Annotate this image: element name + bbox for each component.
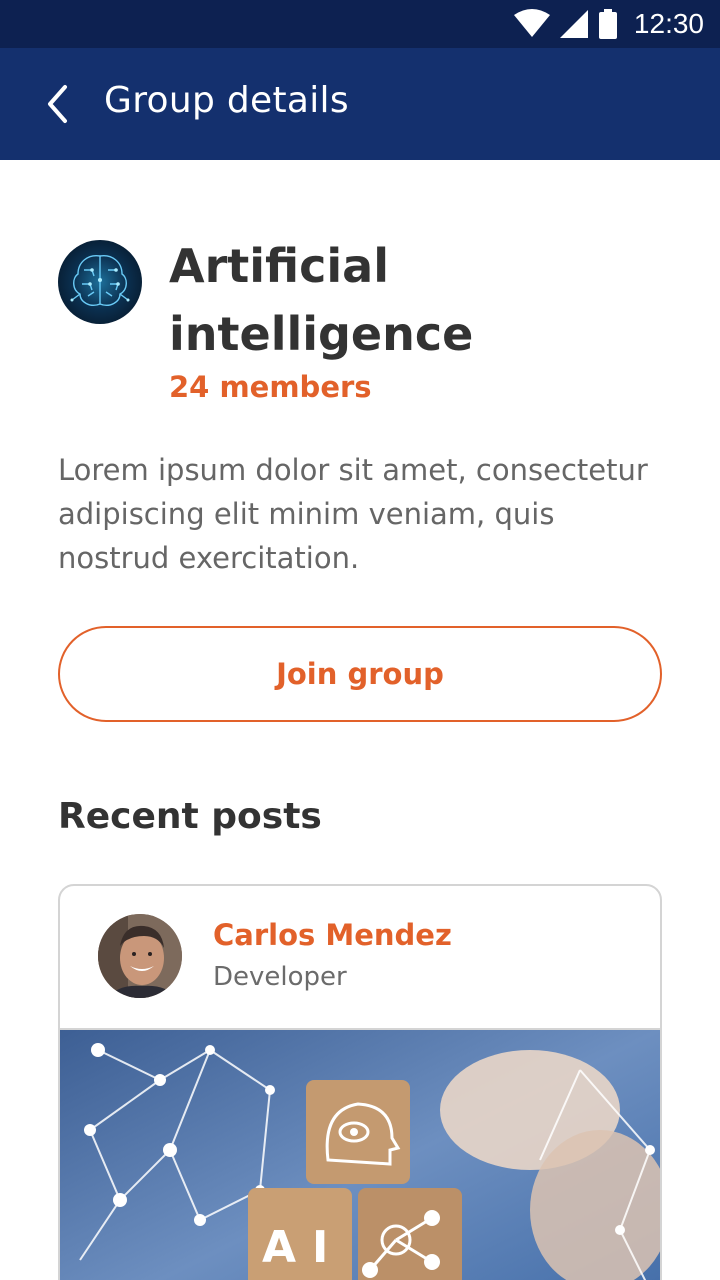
post-header: Carlos Mendez Developer <box>60 886 660 1030</box>
back-button[interactable] <box>30 76 86 132</box>
svg-text:A: A <box>262 1222 296 1273</box>
join-group-label: Join group <box>276 657 444 691</box>
app-bar: Group details <box>0 48 720 160</box>
join-group-button[interactable]: Join group <box>58 626 662 722</box>
svg-text:I: I <box>312 1222 328 1273</box>
status-bar: 12:30 <box>0 0 720 48</box>
wifi-icon <box>513 9 550 37</box>
status-icons: 12:30 <box>513 0 704 48</box>
recent-posts-heading: Recent posts <box>58 796 322 837</box>
battery-icon <box>598 9 617 39</box>
group-name: Artificial intelligence <box>169 239 474 361</box>
group-avatar <box>58 240 142 324</box>
author-avatar[interactable] <box>98 914 182 998</box>
ai-blocks-image: A I <box>60 1030 660 1280</box>
status-time: 12:30 <box>633 8 704 39</box>
ai-brain-image <box>70 255 130 306</box>
post-image[interactable]: A I <box>60 1030 660 1280</box>
author-photo <box>98 914 182 998</box>
group-description: Lorem ipsum dolor sit amet, consectetur … <box>58 453 648 575</box>
post-author-role: Developer <box>213 962 347 992</box>
post-card[interactable]: Carlos Mendez Developer A I <box>58 884 662 1280</box>
chevron-left-icon <box>48 85 67 123</box>
post-author-name[interactable]: Carlos Mendez <box>213 918 452 952</box>
cellular-signal-icon <box>559 10 588 38</box>
page-title: Group details <box>104 80 349 121</box>
group-member-count: 24 members <box>169 370 372 404</box>
